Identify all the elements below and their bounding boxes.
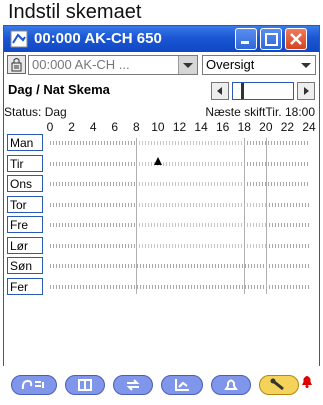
minimize-icon (241, 41, 249, 44)
night-segment (244, 182, 309, 186)
scroll-track[interactable] (232, 82, 294, 100)
night-segment (50, 202, 137, 207)
sensor-icon (21, 379, 44, 390)
alarm-icon (224, 379, 238, 390)
day-button-tir[interactable]: Tir (7, 154, 43, 172)
hour-tick-label: 18 (237, 120, 251, 134)
night-segment (265, 202, 309, 207)
day-button-lør[interactable]: Lør (7, 236, 43, 254)
hour-tick-label: 0 (46, 120, 54, 134)
lock-button[interactable] (7, 55, 26, 74)
alarm-tab[interactable] (211, 375, 251, 395)
day-button-tor[interactable]: Tor (7, 195, 43, 213)
night-segment (50, 161, 137, 166)
time-scroller[interactable] (211, 81, 316, 101)
day-button-ons[interactable]: Ons (7, 175, 43, 192)
maximize-icon (265, 33, 278, 46)
day-button-man[interactable]: Man (7, 134, 43, 151)
toolbar: 00:000 AK-CH ... Oversigt (4, 53, 319, 77)
hour-tick-label: 6 (111, 120, 119, 134)
bottom-nav (3, 366, 320, 405)
sensor-tab[interactable] (11, 375, 57, 395)
scroll-right-button[interactable] (297, 82, 315, 100)
window-title: 00:000 AK-CH 650 (34, 30, 162, 47)
night-segment (50, 264, 309, 268)
maximize-button[interactable] (260, 28, 282, 50)
day-segment (136, 202, 266, 207)
current-time-marker (153, 156, 162, 165)
arrow-left-icon (217, 87, 222, 95)
status-text: Status: Dag (4, 105, 67, 119)
title-bar: 00:000 AK-CH 650 (4, 26, 319, 52)
wrench-icon (270, 378, 284, 391)
device-select[interactable]: 00:000 AK-CH ... (28, 55, 198, 75)
graph-tab[interactable] (161, 375, 203, 395)
night-segment (244, 141, 309, 145)
schedule-heading: Dag / Nat Skema (8, 82, 110, 97)
app-window: 00:000 AK-CH 650 00:000 AK-CH ... Oversi… (3, 25, 320, 397)
service-tab[interactable] (259, 375, 299, 395)
hour-tick-label: 2 (68, 120, 75, 134)
day-button-fer[interactable]: Fer (7, 277, 43, 295)
chevron-down-icon[interactable] (297, 56, 315, 74)
day-segment (136, 182, 245, 186)
alarm-bell-icon[interactable] (300, 374, 314, 388)
chevron-down-icon[interactable] (178, 56, 197, 74)
device-select-value: 00:000 AK-CH ... (32, 57, 130, 72)
lock-icon (11, 58, 22, 72)
hour-tick-label: 4 (89, 120, 97, 134)
caption-bar: Indstil skemaet (0, 0, 323, 25)
hour-tick-label: 22 (280, 120, 295, 134)
view-select-value: Oversigt (206, 57, 255, 72)
hour-tick-label: 10 (151, 120, 165, 134)
night-segment (265, 243, 309, 248)
app-icon (10, 30, 28, 48)
display-tab[interactable] (65, 375, 105, 395)
caption-text: Indstil skemaet (8, 1, 142, 23)
day-segment (136, 161, 245, 166)
night-segment (50, 182, 137, 186)
minimize-button[interactable] (235, 28, 257, 50)
day-segment (136, 141, 245, 145)
view-select[interactable]: Oversigt (202, 55, 316, 75)
night-segment (50, 223, 137, 227)
scroll-thumb[interactable] (241, 83, 244, 99)
display-icon (78, 379, 92, 391)
night-segment (50, 284, 309, 289)
hour-tick-label: 14 (194, 120, 208, 134)
night-segment (265, 223, 309, 227)
swap-tab[interactable] (113, 375, 153, 395)
boundary-line (244, 138, 246, 294)
hour-tick-label: 8 (132, 120, 140, 134)
scroll-left-button[interactable] (211, 82, 229, 100)
hour-tick-label: 16 (215, 120, 230, 134)
day-button-fre[interactable]: Fre (7, 216, 43, 233)
night-segment (50, 141, 137, 145)
swap-icon (126, 379, 140, 391)
boundary-line (265, 138, 267, 294)
hour-tick-label: 24 (302, 120, 316, 134)
arrow-right-icon (304, 87, 309, 95)
night-segment (244, 161, 309, 166)
day-segment (136, 243, 266, 248)
graph-icon (175, 379, 189, 391)
close-icon (290, 33, 302, 45)
close-button[interactable] (285, 28, 307, 50)
next-shift-text: Næste skiftTir. 18:00 (205, 105, 315, 119)
hour-tick-label: 12 (172, 120, 187, 134)
boundary-line (136, 138, 138, 294)
day-segment (136, 223, 266, 227)
hour-tick-label: 20 (259, 120, 273, 134)
day-button-søn[interactable]: Søn (7, 257, 43, 274)
night-segment (50, 243, 137, 248)
